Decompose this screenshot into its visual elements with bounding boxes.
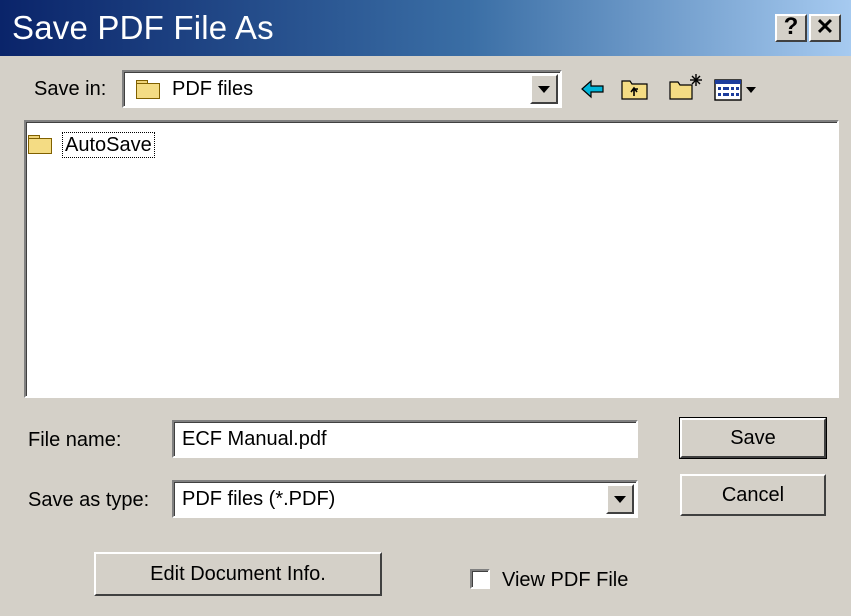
close-button[interactable]: ✕	[809, 14, 841, 42]
save-as-type-combobox[interactable]: PDF files (*.PDF)	[172, 480, 638, 518]
file-list[interactable]	[24, 120, 839, 398]
save-in-combobox[interactable]: PDF files	[122, 70, 562, 108]
folder-open-icon	[136, 80, 160, 103]
view-pdf-checkbox[interactable]	[470, 569, 490, 589]
save-in-dropdown-button[interactable]	[530, 74, 558, 104]
save-in-value: PDF files	[172, 78, 254, 100]
cancel-button[interactable]: Cancel	[680, 474, 826, 516]
cancel-button-label: Cancel	[721, 484, 785, 506]
save-as-type-value: PDF files (*.PDF)	[182, 488, 336, 510]
save-as-type-label: Save as type:	[28, 489, 150, 511]
file-name-value: ECF Manual.pdf	[182, 428, 327, 450]
edit-document-info-button[interactable]: Edit Document Info.	[94, 552, 382, 596]
chevron-down-icon	[614, 496, 626, 503]
save-button-label: Save	[730, 427, 776, 449]
window-title: Save PDF File As	[12, 9, 274, 46]
folder-icon	[28, 135, 52, 158]
save-as-type-dropdown-button[interactable]	[606, 484, 634, 514]
list-item-label: AutoSave	[62, 132, 155, 158]
chevron-down-icon	[538, 86, 550, 93]
file-name-label: File name:	[28, 429, 122, 451]
help-button[interactable]: ?	[775, 14, 807, 42]
save-pdf-dialog: Save PDF File As ? ✕ Save in: PDF files	[0, 0, 851, 616]
save-button[interactable]: Save	[679, 417, 827, 459]
save-in-label: Save in:	[34, 78, 107, 100]
up-one-level-icon[interactable]	[620, 76, 650, 102]
edit-document-info-label: Edit Document Info.	[150, 563, 326, 585]
view-pdf-label[interactable]: View PDF File	[502, 568, 628, 592]
title-bar[interactable]: Save PDF File As ? ✕	[0, 0, 851, 56]
new-folder-icon[interactable]	[668, 72, 704, 102]
file-name-input[interactable]: ECF Manual.pdf	[172, 420, 638, 458]
view-menu-icon[interactable]	[714, 78, 762, 102]
back-arrow-icon[interactable]	[580, 78, 606, 100]
